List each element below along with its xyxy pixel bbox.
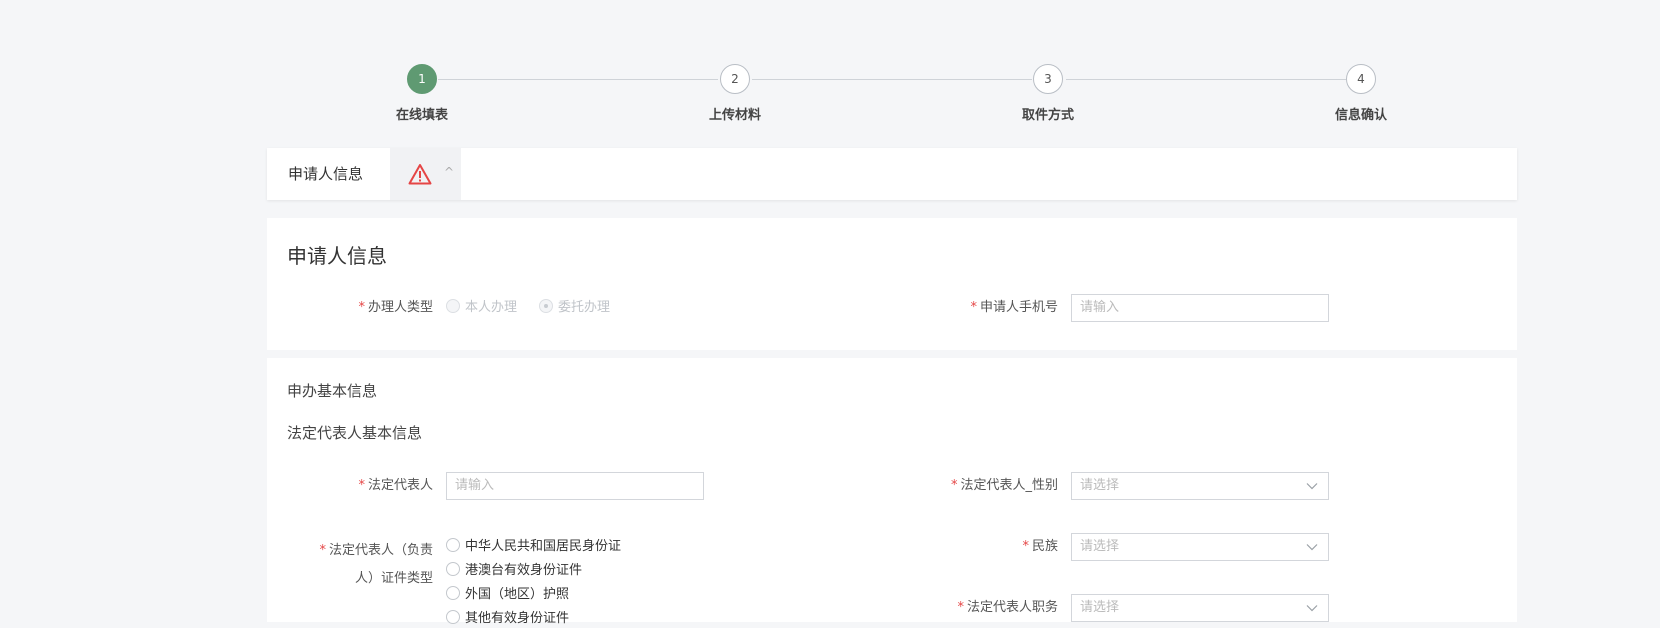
ethnicity-placeholder: 请选择 bbox=[1080, 539, 1120, 554]
radio-self-handle[interactable]: 本人办理 bbox=[446, 299, 517, 317]
radio-circle[interactable] bbox=[446, 299, 460, 313]
step-4-label: 信息确认 bbox=[1334, 108, 1387, 123]
radio-circle[interactable] bbox=[539, 299, 553, 313]
step-connector bbox=[438, 79, 718, 80]
gender-select[interactable]: 请选择 bbox=[1071, 472, 1329, 500]
step-1-label: 在线填表 bbox=[395, 108, 448, 123]
gender-placeholder: 请选择 bbox=[1080, 478, 1120, 493]
id-type-label: * 法定代表人（负责 人）证件类型 bbox=[319, 543, 433, 586]
section-tab-bar: 申请人信息 ^ bbox=[267, 148, 1517, 200]
tab-applicant-info[interactable]: 申请人信息 bbox=[288, 148, 363, 200]
ethnicity-label: * 民族 bbox=[1022, 539, 1058, 554]
chevron-down-icon bbox=[1306, 605, 1318, 612]
warning-triangle-icon[interactable] bbox=[408, 163, 432, 185]
applicant-info-panel: 申请人信息 * 办理人类型 本人办理 委托办理 * 申请人手机号 请输入 bbox=[267, 218, 1517, 350]
basic-info-panel: 申办基本信息 法定代表人基本信息 * 法定代表人 请输入 * 法定代表人_性别 请选… bbox=[267, 358, 1517, 626]
section-title: 申请人信息 bbox=[287, 244, 387, 268]
legal-rep-info-title: 法定代表人基本信息 bbox=[287, 424, 423, 442]
progress-steps: 1 2 3 4 在线填表 上传材料 取件方式 信息确认 bbox=[0, 62, 1660, 132]
chevron-up-icon[interactable]: ^ bbox=[444, 165, 454, 179]
position-label: * 法定代表人职务 bbox=[957, 600, 1058, 615]
tab-tools[interactable]: ^ bbox=[390, 148, 461, 200]
radio-id-mainland[interactable]: 中华人民共和国居民身份证 bbox=[446, 538, 621, 556]
radio-id-passport[interactable]: 外国（地区）护照 bbox=[446, 586, 569, 604]
step-1-circle[interactable]: 1 bbox=[407, 64, 437, 94]
handler-type-label: * 办理人类型 bbox=[358, 300, 433, 315]
chevron-down-icon bbox=[1306, 544, 1318, 551]
step-connector bbox=[1066, 79, 1346, 80]
radio-entrusted-handle[interactable]: 委托办理 bbox=[539, 299, 610, 317]
position-select[interactable]: 请选择 bbox=[1071, 594, 1329, 622]
phone-label: * 申请人手机号 bbox=[970, 300, 1058, 315]
chevron-down-icon bbox=[1306, 483, 1318, 490]
step-connector bbox=[752, 79, 1032, 80]
basic-info-title: 申办基本信息 bbox=[287, 382, 378, 400]
radio-circle[interactable] bbox=[446, 562, 460, 576]
ethnicity-select[interactable]: 请选择 bbox=[1071, 533, 1329, 561]
step-4-circle[interactable]: 4 bbox=[1346, 64, 1376, 94]
step-2-label: 上传材料 bbox=[708, 108, 761, 123]
step-3-label: 取件方式 bbox=[1021, 108, 1074, 123]
radio-circle[interactable] bbox=[446, 586, 460, 600]
legal-rep-input[interactable]: 请输入 bbox=[446, 472, 704, 500]
step-3-circle[interactable]: 3 bbox=[1033, 64, 1063, 94]
position-placeholder: 请选择 bbox=[1080, 600, 1120, 615]
legal-rep-label: * 法定代表人 bbox=[358, 478, 433, 493]
radio-circle[interactable] bbox=[446, 538, 460, 552]
step-2-circle[interactable]: 2 bbox=[720, 64, 750, 94]
gender-label: * 法定代表人_性别 bbox=[950, 478, 1058, 493]
radio-id-hkmt[interactable]: 港澳台有效身份证件 bbox=[446, 562, 582, 580]
radio-id-other[interactable]: 其他有效身份证件 bbox=[446, 610, 569, 628]
phone-input[interactable]: 请输入 bbox=[1071, 294, 1329, 322]
